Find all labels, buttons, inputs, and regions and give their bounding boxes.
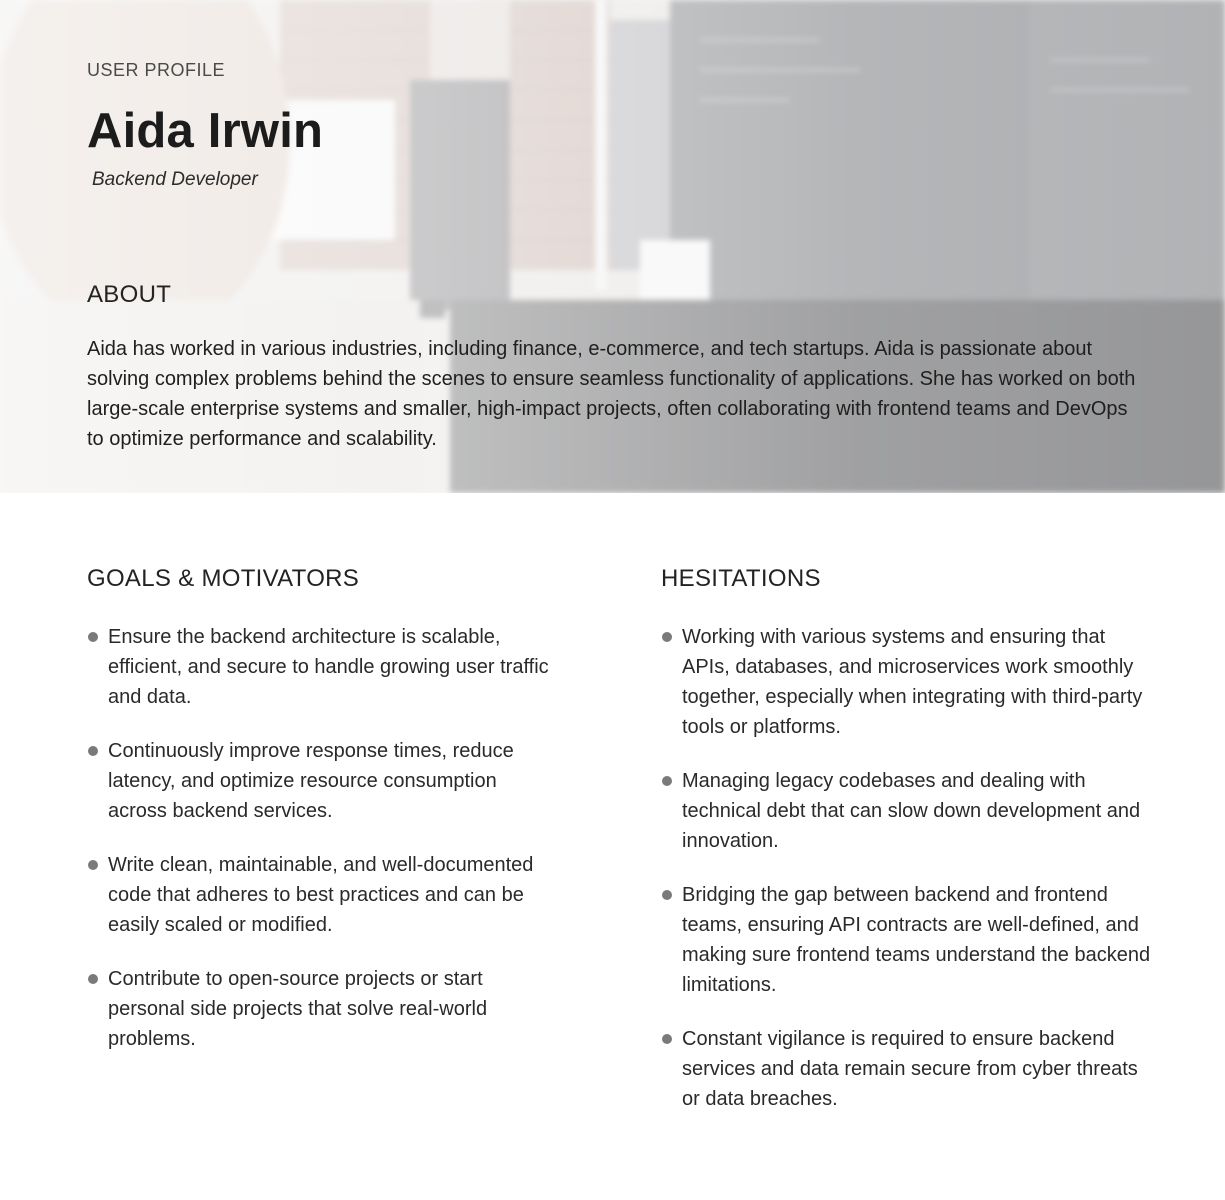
bullet-icon [662,632,672,642]
hesitation-text: Working with various systems and ensurin… [682,626,1143,738]
page-eyebrow: USER PROFILE [87,60,226,80]
about-text: Aida has worked in various industries, i… [87,338,1136,450]
goals-heading: GOALS & MOTIVATORS [87,565,360,592]
hesitation-text: Managing legacy codebases and dealing wi… [682,770,1141,852]
hesitation-item: Working with various systems and ensurin… [661,622,1151,742]
user-role: Backend Developer [92,169,258,190]
goal-item: Continuously improve response times, red… [87,736,557,826]
goal-text: Write clean, maintainable, and well-docu… [108,854,534,936]
goal-item: Write clean, maintainable, and well-docu… [87,850,557,940]
goal-item: Ensure the backend architecture is scala… [87,622,557,712]
bullet-icon [662,776,672,786]
bullet-icon [662,1034,672,1044]
hesitations-heading: HESITATIONS [661,565,821,592]
profile-header: USER PROFILE Aida Irwin Backend Develope… [0,0,1225,493]
hesitation-text: Constant vigilance is required to ensure… [682,1028,1138,1110]
goal-text: Contribute to open-source projects or st… [108,968,488,1050]
goals-list: Ensure the backend architecture is scala… [87,622,557,1054]
goal-text: Continuously improve response times, red… [108,740,514,822]
hesitation-item: Bridging the gap between backend and fro… [661,880,1151,1000]
bullet-icon [662,890,672,900]
hesitation-item: Managing legacy codebases and dealing wi… [661,766,1151,856]
bullet-icon [88,974,98,984]
goals-section: GOALS & MOTIVATORS Ensure the backend ar… [87,565,557,1078]
hesitation-item: Constant vigilance is required to ensure… [661,1024,1151,1114]
bullet-icon [88,746,98,756]
hesitation-text: Bridging the gap between backend and fro… [682,884,1151,996]
goal-text: Ensure the backend architecture is scala… [108,626,549,708]
about-heading: ABOUT [87,281,172,308]
bullet-icon [88,632,98,642]
hesitations-section: HESITATIONS Working with various systems… [661,565,1151,1138]
goal-item: Contribute to open-source projects or st… [87,964,557,1054]
user-name: Aida Irwin [87,104,324,158]
hesitations-list: Working with various systems and ensurin… [661,622,1151,1114]
bullet-icon [88,860,98,870]
